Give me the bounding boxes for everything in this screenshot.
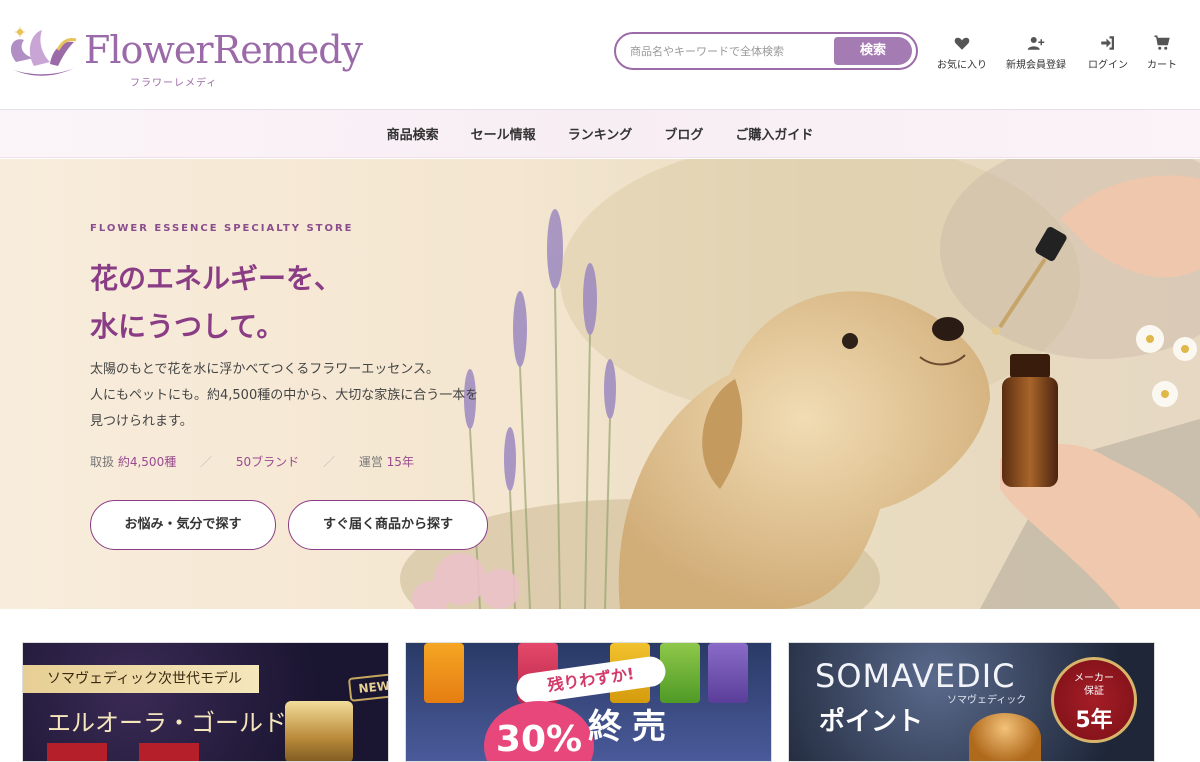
user-plus-icon	[1027, 37, 1045, 50]
header-icon-group: お気に入り 新規会員登録 ログイン カート	[930, 34, 1186, 74]
hero-stats: 取扱 約4,500種 ／ 50ブランド ／ 運営 15年	[90, 453, 414, 470]
nav-item-sale[interactable]: セール情報	[471, 124, 536, 143]
register-label: 新規会員登録	[1006, 60, 1066, 71]
hero-lead: 太陽のもとで花を水に浮かべてつくるフラワーエッセンス。 人にもペットにも。約4,…	[90, 357, 530, 435]
stat-items-label: 取扱	[90, 455, 115, 469]
warranty-years: 5年	[1075, 708, 1113, 733]
logo-kana: フラワーレメディ	[130, 78, 218, 89]
discount-percent: 30%	[484, 701, 594, 761]
warranty-seal: メーカー 保証 5年	[1051, 657, 1137, 743]
search-bar: 検索	[614, 32, 918, 70]
promo-banner-row: ソマヴェディック次世代モデル NEW! エルオーラ・ゴールド 残りわずか! 30…	[0, 609, 1200, 762]
logo-wordmark: FlowerRemedy	[84, 28, 363, 72]
banner-brand: SOMAVEDIC	[815, 657, 1016, 695]
heart-icon	[954, 37, 970, 50]
login-link[interactable]: ログイン	[1078, 34, 1138, 74]
product-bottle-image	[424, 643, 464, 703]
flower-logo-icon	[10, 26, 77, 76]
promo-banner-clearance[interactable]: 残りわずか! 30% 終売	[405, 642, 772, 762]
nav-item-guide[interactable]: ご購入ガイド	[735, 124, 813, 143]
site-header: FlowerRemedy フラワーレメディ 検索 お気に入り 新規会員登録 ログ…	[0, 0, 1200, 110]
hero-text-block: FLOWER ESSENCE SPECIALTY STORE 花のエネルギーを、…	[90, 159, 530, 609]
banner-tag: ソマヴェディック次世代モデル	[23, 665, 259, 693]
cart-icon	[1154, 35, 1170, 50]
hero-headline-line-1: 花のエネルギーを、	[90, 262, 343, 295]
product-device-image	[285, 701, 353, 761]
hero-headline: 花のエネルギーを、 水にうつして。	[90, 255, 342, 351]
banner-point-label: ポイント	[819, 707, 924, 737]
product-bottle-image	[708, 643, 748, 703]
search-input[interactable]	[630, 38, 836, 64]
global-nav: 商品検索 セール情報 ランキング ブログ ご購入ガイド	[0, 110, 1200, 158]
new-badge: NEW!	[347, 672, 388, 702]
stat-separator: ／	[200, 455, 213, 469]
stat-brands-value: 50ブランド	[235, 455, 300, 469]
banner-ribbon	[47, 743, 107, 761]
hero-eyebrow: FLOWER ESSENCE SPECIALTY STORE	[90, 223, 354, 234]
stat-separator: ／	[322, 455, 335, 469]
warranty-seal-text: メーカー 保証	[1074, 673, 1114, 697]
promo-banner-somavedic[interactable]: SOMAVEDIC ソマヴェディック ポイント メーカー 保証 5年	[788, 642, 1155, 762]
search-in-stock-button[interactable]: すぐ届く商品から探す	[288, 500, 488, 550]
hero-lead-line-2: 人にもペットにも。約4,500種の中から、大切な家族に合う一本を	[90, 388, 479, 403]
stat-items-value: 約4,500種	[117, 455, 177, 469]
hero-headline-line-2: 水にうつして。	[90, 310, 285, 343]
banner-ribbon	[139, 743, 199, 761]
hero-lead-line-1: 太陽のもとで花を水に浮かべてつくるフラワーエッセンス。	[90, 362, 440, 377]
hero-lead-line-3: 見つけられます。	[90, 414, 193, 429]
promo-banner-elaura-gold[interactable]: ソマヴェディック次世代モデル NEW! エルオーラ・ゴールド	[22, 642, 389, 762]
stat-years-label: 運営	[358, 455, 383, 469]
login-label: ログイン	[1088, 60, 1128, 71]
cart-link[interactable]: カート	[1138, 34, 1186, 74]
favorites-label: お気に入り	[937, 60, 987, 71]
banner-brand-kana: ソマヴェディック	[947, 695, 1027, 706]
nav-item-blog[interactable]: ブログ	[664, 124, 703, 143]
cart-label: カート	[1147, 60, 1177, 71]
nav-item-product-search[interactable]: 商品検索	[387, 124, 439, 143]
banner-title: エルオーラ・ゴールド	[47, 709, 287, 737]
site-logo[interactable]: FlowerRemedy フラワーレメディ	[6, 18, 363, 89]
search-button[interactable]: 検索	[834, 37, 912, 65]
product-device-image	[969, 713, 1041, 761]
nav-item-ranking[interactable]: ランキング	[568, 124, 633, 143]
login-icon	[1101, 36, 1114, 50]
stat-years-value: 15年	[386, 455, 414, 469]
product-bottle-image	[660, 643, 700, 703]
hero-section: FLOWER ESSENCE SPECIALTY STORE 花のエネルギーを、…	[0, 159, 1200, 609]
favorites-link[interactable]: お気に入り	[930, 34, 994, 74]
register-link[interactable]: 新規会員登録	[994, 34, 1078, 74]
end-of-sale-label: 終売	[588, 707, 676, 747]
search-by-mood-button[interactable]: お悩み・気分で探す	[90, 500, 276, 550]
